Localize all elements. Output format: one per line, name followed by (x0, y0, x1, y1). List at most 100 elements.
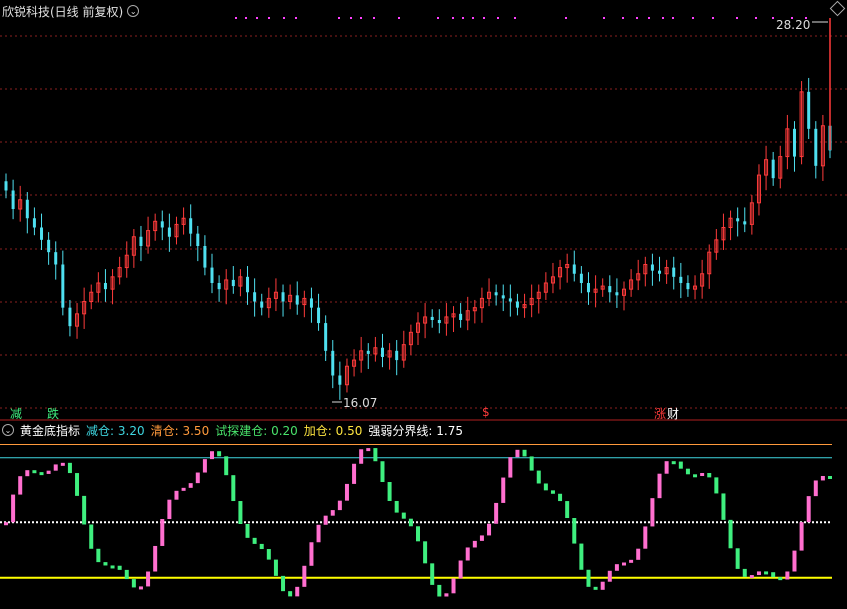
candle-body-down (47, 239, 51, 253)
candle-body-down (210, 267, 214, 283)
oscillator-bar (67, 462, 72, 474)
oscillator-bar (721, 493, 726, 520)
oscillator-bar (11, 494, 16, 523)
oscillator-bar (543, 483, 548, 491)
price-grid (0, 35, 847, 421)
oscillator-bar (501, 477, 506, 503)
signal-dot (603, 17, 605, 19)
oscillator-bar (380, 461, 385, 483)
legend-reduce: 减仓: 3.20 (86, 423, 145, 438)
candle-body-down (672, 267, 676, 277)
oscillator-bar (622, 562, 626, 566)
signal-dot (692, 17, 694, 19)
candle-body-down (260, 301, 264, 308)
oscillator-bar (508, 457, 513, 478)
oscillator-bar (408, 518, 413, 527)
oscillator-bar (174, 490, 179, 500)
signal-dot (437, 17, 439, 19)
oscillator-bar (685, 468, 690, 475)
candle-body-down (253, 292, 257, 302)
oscillator-bar (806, 496, 811, 523)
oscillator-bar (146, 571, 151, 587)
oscillator-bar (373, 448, 378, 462)
oscillator-bar (586, 569, 591, 587)
candle-body-down (686, 282, 690, 290)
signal-dot (295, 17, 297, 19)
oscillator-bar (39, 472, 44, 476)
oscillator-bar (657, 473, 662, 499)
candle-body-down (189, 218, 193, 234)
oscillator-bar (451, 578, 456, 594)
candle-body-down (586, 282, 590, 293)
signal-fall: 跌 (47, 407, 60, 421)
legend-clear: 清仓: 3.50 (150, 423, 210, 438)
signal-dot (235, 17, 237, 19)
oscillator-bar (437, 584, 442, 597)
oscillator-bar (238, 501, 243, 524)
signal-dot (245, 17, 247, 19)
candle-body-down (515, 301, 519, 308)
signal-wealth: 财 (667, 407, 680, 421)
candle-body-down (792, 128, 796, 157)
signal-dot (736, 17, 738, 19)
candle-body-down (459, 313, 463, 320)
candle-body-down (54, 252, 58, 265)
stock-chart (0, 17, 847, 597)
oscillator-panel (0, 443, 832, 597)
oscillator-bar (600, 581, 605, 590)
candle-body-down (608, 286, 612, 293)
signal-dot (712, 17, 714, 19)
oscillator-bar (778, 577, 783, 581)
candle-body-down (32, 218, 36, 228)
oscillator-bar (678, 461, 683, 469)
candle-body-down (331, 350, 335, 376)
signal-dot (472, 17, 474, 19)
oscillator-bar (515, 449, 520, 458)
oscillator-bar (735, 548, 740, 569)
oscillator-bar (813, 480, 818, 497)
oscillator-bar (820, 475, 825, 481)
oscillator-bar (792, 550, 797, 572)
signal-dot (360, 17, 362, 19)
signal-reduce: 减 (10, 407, 23, 421)
oscillator-bar (416, 526, 420, 542)
candle-body-down (324, 323, 328, 351)
indicator-name: 黄金底指标 (20, 423, 81, 438)
oscillator-bar (259, 543, 264, 550)
signal-dot (648, 17, 650, 19)
oscillator-bar (46, 470, 51, 474)
signal-dot (755, 17, 757, 19)
signal-dot (398, 17, 400, 19)
oscillator-bar (160, 519, 165, 546)
signal-dot (672, 17, 674, 19)
oscillator-bar (529, 456, 534, 471)
signal-dot (462, 17, 464, 19)
chart-settings-icon[interactable]: ⌄ (127, 5, 140, 17)
candle-body-down (743, 221, 747, 225)
oscillator-bar (110, 565, 115, 569)
candle-body-down (40, 227, 44, 240)
candle-body-down (615, 292, 619, 296)
candle-body-down (430, 316, 434, 320)
oscillator-bar (18, 476, 23, 495)
candle-body-down (11, 190, 15, 209)
oscillator-bar (352, 463, 357, 484)
signal-dollar: $ (482, 405, 490, 419)
oscillator-bar (828, 475, 832, 479)
oscillator-bar (572, 518, 577, 544)
candle-body-down (68, 307, 72, 327)
oscillator-bar (103, 562, 108, 566)
oscillator-bar (742, 568, 747, 577)
oscillator-bar (764, 571, 769, 575)
oscillator-bar (359, 449, 364, 464)
signal-dot (662, 17, 664, 19)
signal-dot (483, 17, 485, 19)
indicator-settings-icon[interactable]: ⌄ (2, 424, 14, 436)
candle-body-down (4, 181, 8, 191)
candle-body-down (196, 233, 200, 246)
oscillator-bar (550, 490, 555, 494)
oscillator-bar (444, 593, 449, 597)
oscillator-bar (785, 571, 790, 580)
candle-body-down (494, 292, 498, 296)
oscillator-bar (295, 586, 300, 597)
